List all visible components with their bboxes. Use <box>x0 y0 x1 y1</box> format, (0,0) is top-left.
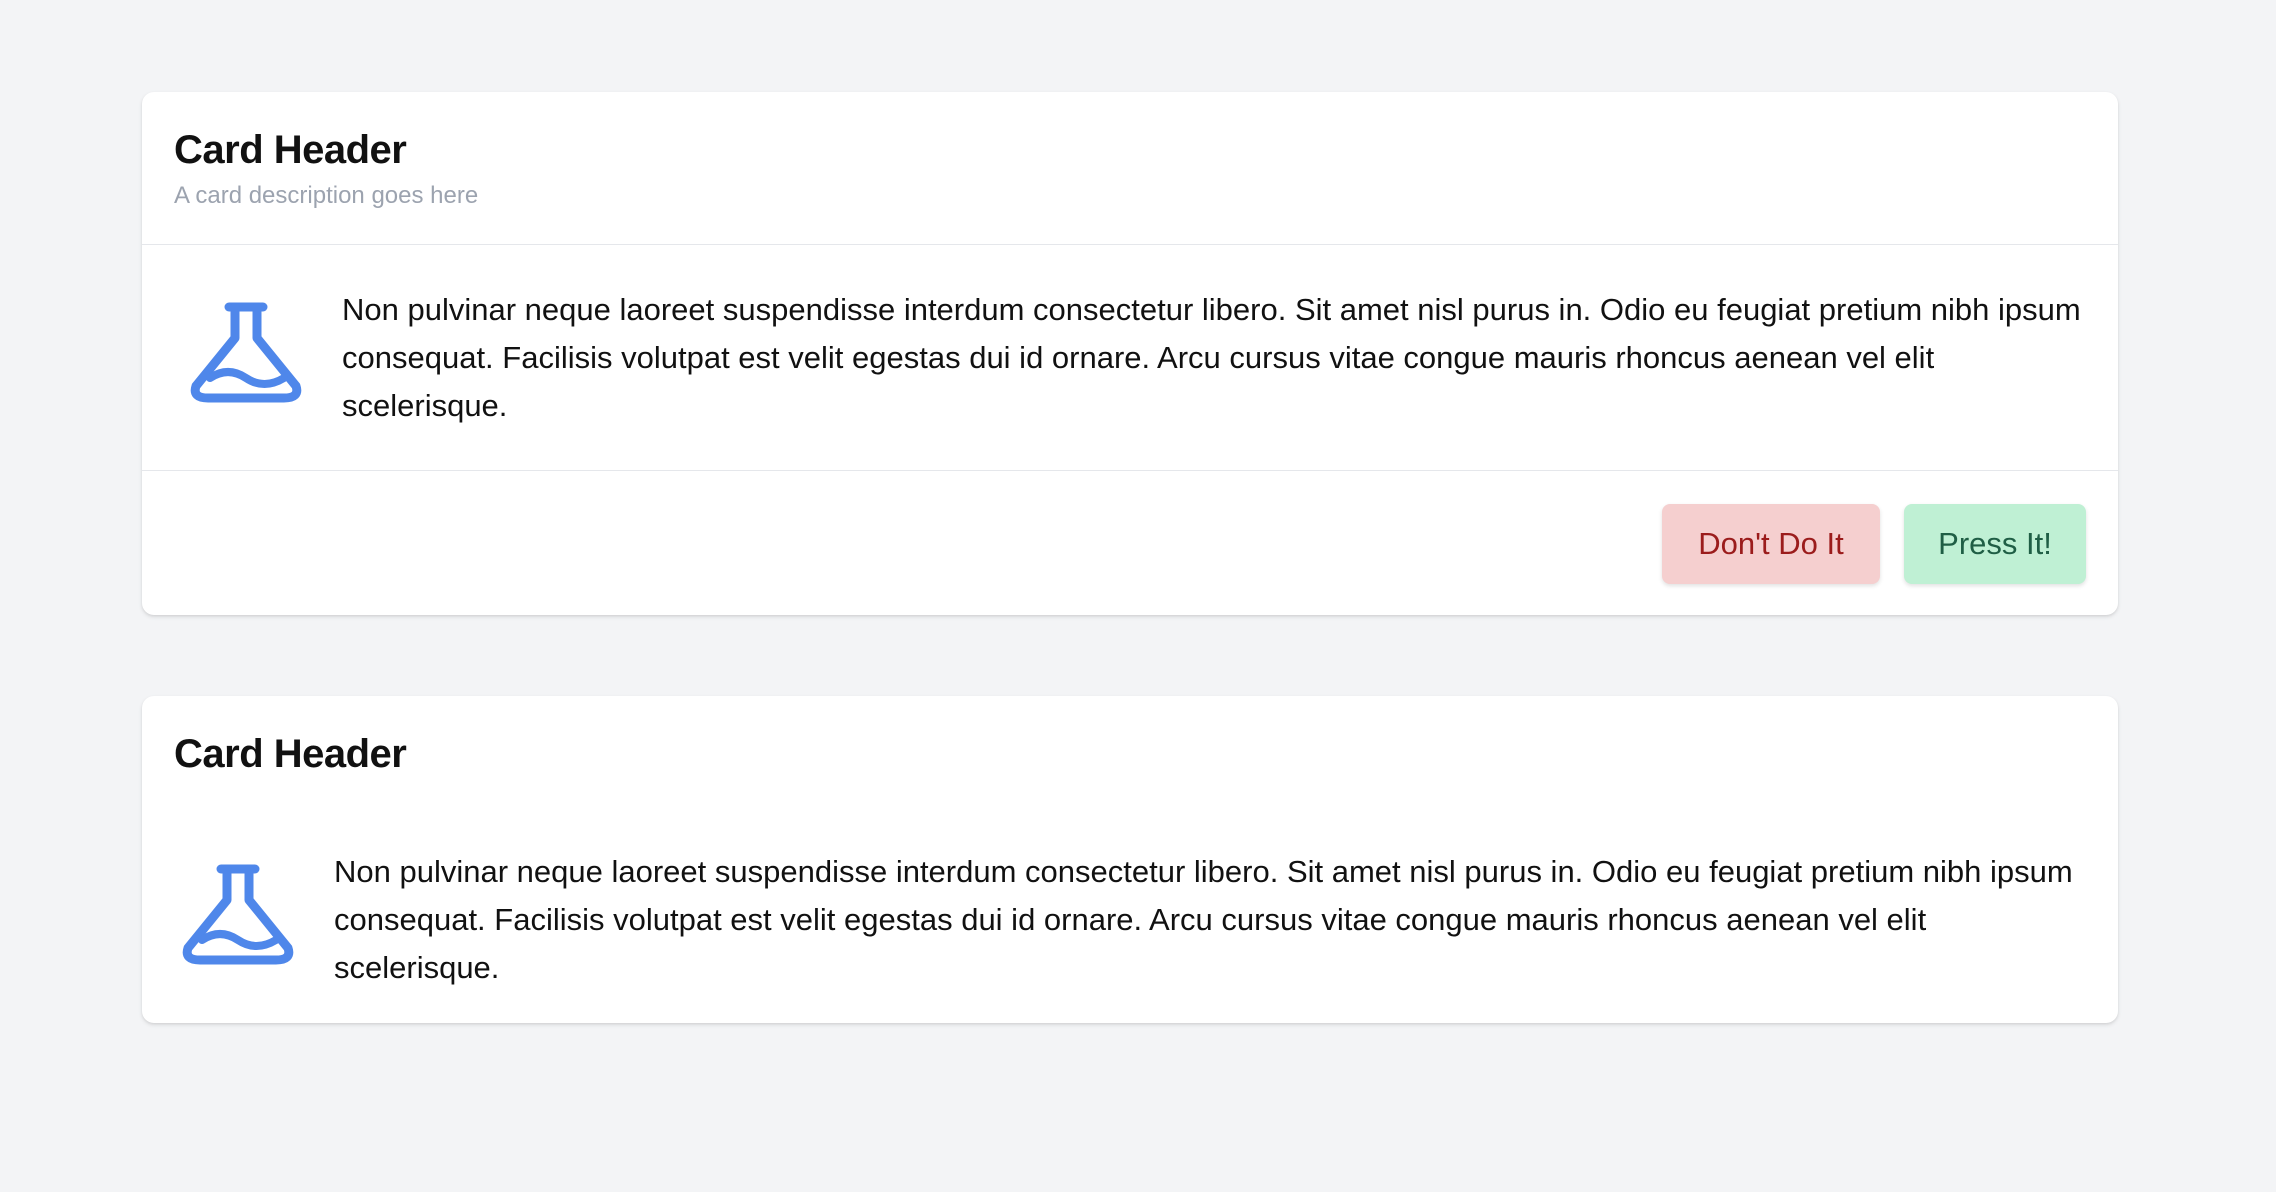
card-header: Card Header <box>142 696 2118 796</box>
card-header: Card Header A card description goes here <box>142 92 2118 245</box>
press-it-button[interactable]: Press It! <box>1904 504 2086 584</box>
card-title: Card Header <box>174 732 407 776</box>
dont-do-it-button[interactable]: Don't Do It <box>1662 504 1880 584</box>
beaker-icon <box>190 302 302 403</box>
card-body-text: Non pulvinar neque laoreet suspendisse i… <box>334 854 2073 985</box>
beaker-icon <box>182 864 294 965</box>
card-description: A card description goes here <box>174 182 479 209</box>
card-body-text: Non pulvinar neque laoreet suspendisse i… <box>342 292 2081 423</box>
card-title: Card Header <box>174 128 407 172</box>
